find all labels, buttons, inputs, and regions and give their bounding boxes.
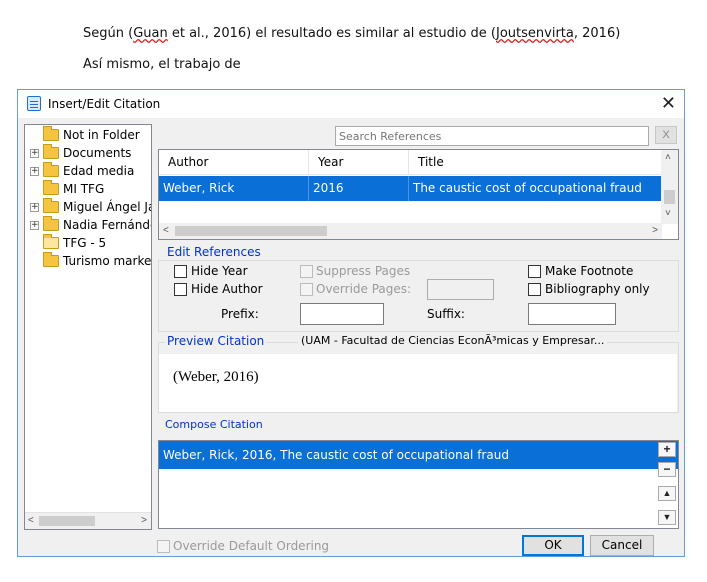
tree-item-label: Edad media — [63, 164, 135, 178]
folder-icon — [43, 198, 59, 213]
tree-item-tfg-5[interactable]: TFG - 5 — [25, 234, 151, 252]
references-table[interactable]: Author Year Title Weber, Rick 2016 The c… — [158, 149, 679, 240]
scroll-left-icon[interactable]: < — [163, 225, 169, 236]
close-icon[interactable]: ✕ — [661, 93, 676, 114]
scroll-down-icon[interactable]: ˅ — [665, 208, 671, 219]
folder-icon — [43, 216, 59, 231]
tree-item-label: MI TFG — [63, 182, 105, 196]
suffix-field[interactable] — [528, 303, 616, 325]
insert-edit-citation-dialog: Insert/Edit Citation ✕ Not in Folder + D… — [17, 89, 685, 557]
dialog-title: Insert/Edit Citation — [48, 97, 161, 111]
tree-item-mi-tfg[interactable]: MI TFG — [25, 180, 151, 198]
cell-title: The caustic cost of occupational fraud — [413, 181, 642, 195]
folder-icon — [43, 162, 59, 177]
column-header-year[interactable]: Year — [309, 150, 409, 175]
add-citation-button[interactable]: + — [658, 442, 676, 457]
folder-icon — [43, 126, 59, 141]
preview-citation-text: (Weber, 2016) — [173, 369, 259, 385]
folder-tree[interactable]: Not in Folder + Documents + Edad media M… — [24, 124, 152, 530]
dialog-titlebar[interactable]: Insert/Edit Citation ✕ — [18, 90, 684, 118]
folder-icon — [43, 180, 59, 195]
folder-icon — [43, 144, 59, 159]
preview-citation-label: Preview Citation — [165, 334, 267, 348]
preview-style-name: (UAM - Facultad de Ciencias EconÃ³micas … — [298, 334, 608, 347]
move-down-button[interactable]: ▼ — [658, 510, 676, 525]
scroll-up-icon[interactable]: ˄ — [665, 152, 671, 163]
tree-item-miguel-angel[interactable]: + Miguel Ángel Ja — [25, 198, 152, 216]
preview-citation-area: (Weber, 2016) — [159, 354, 677, 412]
expand-plus-icon[interactable]: + — [30, 203, 39, 212]
search-input[interactable] — [336, 127, 648, 145]
search-clear-button[interactable]: X — [655, 126, 677, 144]
ok-button[interactable]: OK — [522, 535, 584, 556]
table-horizontal-scrollbar[interactable]: < > — [159, 223, 662, 239]
override-pages-label: Override Pages: — [316, 282, 412, 296]
folder-icon — [43, 252, 59, 267]
tree-item-documents[interactable]: + Documents — [25, 144, 151, 162]
suppress-pages-checkbox[interactable] — [300, 265, 313, 278]
open-folder-icon — [43, 234, 59, 249]
scroll-right-icon[interactable]: > — [652, 225, 658, 236]
scroll-thumb[interactable] — [175, 226, 327, 236]
tree-item-label: Documents — [63, 146, 132, 160]
override-pages-field[interactable] — [427, 279, 494, 300]
edit-references-label: Edit References — [165, 245, 263, 259]
scroll-right-icon[interactable]: > — [141, 515, 147, 526]
list-item[interactable]: Weber, Rick, 2016, The caustic cost of o… — [159, 441, 678, 469]
doc-text: et al., 2016) el resultado es similar al… — [167, 26, 497, 41]
cell-author: Weber, Rick — [159, 176, 309, 201]
bibliography-only-label: Bibliography only — [545, 282, 650, 296]
tree-horizontal-scrollbar[interactable]: < > — [25, 512, 151, 529]
cell-year: 2016 — [309, 176, 409, 201]
citation-app-icon — [27, 96, 41, 111]
tree-item-label: TFG - 5 — [63, 236, 107, 250]
expand-plus-icon[interactable]: + — [30, 149, 39, 158]
bibliography-only-checkbox[interactable] — [528, 283, 541, 296]
prefix-label: Prefix: — [221, 307, 259, 321]
compose-citation-label: Compose Citation — [163, 418, 265, 431]
tree-item-not-in-folder[interactable]: Not in Folder — [25, 126, 151, 144]
table-row[interactable]: Weber, Rick 2016 The caustic cost of occ… — [159, 176, 662, 201]
make-footnote-label: Make Footnote — [545, 264, 634, 278]
column-header-title[interactable]: Title — [409, 150, 662, 175]
tree-item-edad-media[interactable]: + Edad media — [25, 162, 151, 180]
tree-item-label: Miguel Ángel Ja — [63, 200, 152, 214]
scroll-thumb[interactable] — [39, 516, 95, 526]
expand-plus-icon[interactable]: + — [30, 221, 39, 230]
scroll-thumb[interactable] — [664, 190, 675, 204]
suffix-label: Suffix: — [427, 307, 465, 321]
suppress-pages-label: Suppress Pages — [316, 264, 411, 278]
move-up-button[interactable]: ▲ — [658, 486, 676, 501]
override-ordering-label: Override Default Ordering — [173, 539, 330, 553]
tree-item-label: Nadia Fernánde — [63, 218, 152, 232]
doc-text: Según ( — [83, 26, 134, 41]
search-references-box[interactable] — [335, 126, 649, 146]
expand-plus-icon[interactable]: + — [30, 167, 39, 176]
doc-text: , 2016) — [573, 26, 621, 41]
hide-author-label: Hide Author — [191, 282, 263, 296]
make-footnote-checkbox[interactable] — [528, 265, 541, 278]
override-pages-checkbox[interactable] — [300, 283, 313, 296]
table-vertical-scrollbar[interactable]: ˄ ˅ — [661, 150, 678, 224]
tree-item-turismo-marketing[interactable]: Turismo market — [25, 252, 152, 270]
tree-item-nadia-fernandez[interactable]: + Nadia Fernánde — [25, 216, 152, 234]
document-line-1: Según (Guan et al., 2016) el resultado e… — [83, 26, 620, 41]
scroll-left-icon[interactable]: < — [28, 515, 34, 526]
column-header-author[interactable]: Author — [159, 150, 309, 175]
override-ordering-checkbox[interactable] — [157, 540, 170, 553]
document-line-2: Así mismo, el trabajo de — [83, 57, 241, 72]
remove-citation-button[interactable]: − — [658, 462, 676, 477]
hide-year-label: Hide Year — [191, 264, 248, 278]
hide-year-checkbox[interactable] — [174, 265, 187, 278]
doc-text: Guan — [133, 26, 168, 41]
hide-author-checkbox[interactable] — [174, 283, 187, 296]
prefix-field[interactable] — [300, 303, 384, 325]
tree-item-label: Turismo market — [63, 254, 152, 268]
tree-item-label: Not in Folder — [63, 128, 140, 142]
cancel-button[interactable]: Cancel — [590, 535, 654, 556]
compose-citation-list[interactable]: Weber, Rick, 2016, The caustic cost of o… — [158, 440, 679, 529]
doc-text: Joutsenvirta — [496, 26, 574, 41]
